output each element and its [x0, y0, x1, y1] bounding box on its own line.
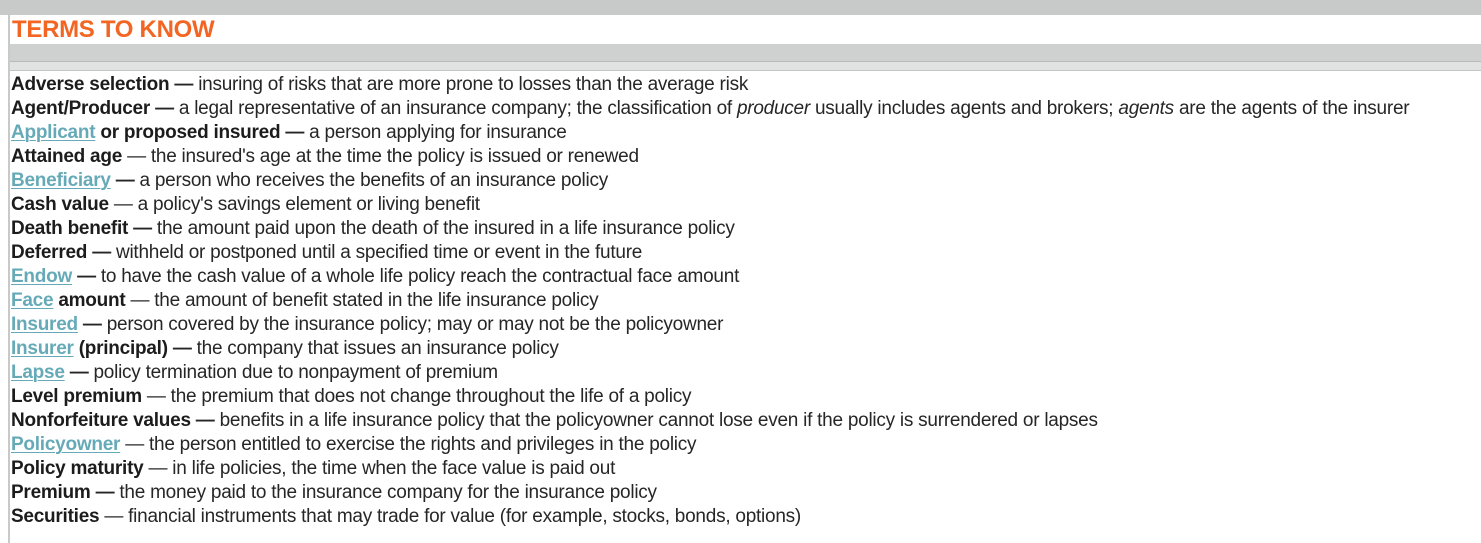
- term-dash: —: [115, 170, 135, 191]
- term-definition: the money paid to the insurance company …: [119, 482, 657, 503]
- term-definition: the amount paid upon the death of the in…: [156, 218, 735, 239]
- term-word-rest: or proposed insured: [95, 122, 281, 143]
- term-word: Premium: [11, 482, 91, 503]
- term-word: Cash value: [11, 194, 109, 215]
- term-level-premium: Level premium — the premium that does no…: [11, 385, 1477, 409]
- term-cash-value: Cash value — a policy's savings element …: [11, 193, 1477, 217]
- term-definition: the insured's age at the time the policy…: [150, 146, 639, 167]
- term-lapse: Lapse — policy termination due to nonpay…: [11, 361, 1477, 385]
- term-definition-emphasis: producer: [736, 98, 810, 119]
- term-nonforfeiture-values: Nonforfeiture values — benefits in a lif…: [11, 409, 1477, 433]
- term-dash: —: [95, 482, 115, 503]
- term-dash: —: [285, 122, 305, 143]
- term-premium: Premium — the money paid to the insuranc…: [11, 481, 1477, 505]
- term-definition: benefits in a life insurance policy that…: [219, 410, 1098, 431]
- term-dash: —: [92, 242, 111, 263]
- term-dash: —: [148, 458, 168, 479]
- header-divider-band: [10, 44, 1481, 61]
- term-definition: a policy's savings element or living ben…: [137, 194, 480, 215]
- term-word: Agent/Producer: [11, 98, 151, 119]
- term-deferred: Deferred — withheld or postponed until a…: [11, 241, 1477, 265]
- page: TERMS TO KNOW Adverse selection — insuri…: [0, 0, 1481, 543]
- glossary-link-endow[interactable]: Endow: [11, 266, 72, 287]
- term-dash: —: [113, 194, 133, 215]
- page-title: TERMS TO KNOW: [12, 16, 215, 43]
- term-face-amount: Face amount — the amount of benefit stat…: [11, 289, 1477, 313]
- term-definition-part: a legal representative of an insurance c…: [178, 98, 737, 119]
- term-beneficiary: Beneficiary — a person who receives the …: [11, 169, 1477, 193]
- term-word: Face amount: [11, 290, 126, 311]
- term-definition: the company that issues an insurance pol…: [196, 338, 559, 359]
- term-attained-age: Attained age — the insured's age at the …: [11, 145, 1477, 169]
- term-policyowner: Policyowner — the person entitled to exe…: [11, 433, 1477, 457]
- term-definition: the person entitled to exercise the righ…: [148, 434, 697, 455]
- term-dash: —: [195, 410, 215, 431]
- top-strip: [0, 0, 1481, 15]
- term-dash: —: [174, 74, 194, 95]
- glossary-link-insured[interactable]: Insured: [11, 314, 78, 335]
- term-word: Endow: [11, 266, 72, 287]
- term-word: Insurer (principal): [11, 338, 168, 359]
- glossary-link-insurer[interactable]: Insurer: [11, 338, 74, 359]
- term-insurer: Insurer (principal) — the company that i…: [11, 337, 1477, 361]
- term-word: Applicant or proposed insured: [11, 122, 281, 143]
- term-word: Level premium: [11, 386, 142, 407]
- header-divider-strip: [10, 61, 1481, 71]
- term-dash: —: [133, 218, 152, 239]
- term-applicant: Applicant or proposed insured — a person…: [11, 121, 1477, 145]
- term-dash: —: [146, 386, 166, 407]
- term-definition: insuring of risks that are more prone to…: [198, 74, 749, 95]
- term-definition: withheld or postponed until a specified …: [115, 242, 643, 263]
- term-word: Policy maturity: [11, 458, 144, 479]
- term-word: Lapse: [11, 362, 65, 383]
- term-agent-producer: Agent/Producer — a legal representative …: [11, 97, 1477, 121]
- term-dash: —: [127, 146, 146, 167]
- term-endow: Endow — to have the cash value of a whol…: [11, 265, 1477, 289]
- term-dash: —: [69, 362, 89, 383]
- term-word: Nonforfeiture values: [11, 410, 191, 431]
- glossary-link-applicant[interactable]: Applicant: [11, 122, 96, 143]
- term-policy-maturity: Policy maturity — in life policies, the …: [11, 457, 1477, 481]
- term-word: Policyowner: [11, 434, 120, 455]
- term-word: Attained age: [11, 146, 123, 167]
- term-adverse-selection: Adverse selection — insuring of risks th…: [11, 73, 1477, 97]
- left-rule: [8, 15, 10, 543]
- term-dash: —: [125, 434, 144, 455]
- term-word: Deferred: [11, 242, 88, 263]
- term-dash: —: [82, 314, 102, 335]
- term-word: Insured: [11, 314, 78, 335]
- term-word: Securities: [11, 506, 100, 527]
- term-definition: a person applying for insurance: [309, 122, 567, 143]
- glossary-link-policyowner[interactable]: Policyowner: [11, 434, 120, 455]
- term-definition: financial instruments that may trade for…: [128, 506, 801, 527]
- term-definition: a person who receives the benefits of an…: [139, 170, 609, 191]
- term-word-rest: (principal): [73, 338, 168, 359]
- term-dash: —: [130, 290, 150, 311]
- term-word: Death benefit: [11, 218, 129, 239]
- term-dash: —: [155, 98, 174, 119]
- terms-list: Adverse selection — insuring of risks th…: [11, 73, 1477, 529]
- term-word-rest: amount: [53, 290, 126, 311]
- term-securities: Securities — financial instruments that …: [11, 505, 1477, 529]
- term-definition-part: usually includes agents and brokers;: [809, 98, 1119, 119]
- term-dash: —: [77, 266, 96, 287]
- glossary-link-face[interactable]: Face: [11, 290, 54, 311]
- term-insured: Insured — person covered by the insuranc…: [11, 313, 1477, 337]
- term-word: Beneficiary: [11, 170, 111, 191]
- term-definition: policy termination due to nonpayment of …: [93, 362, 498, 383]
- term-definition: to have the cash value of a whole life p…: [100, 266, 740, 287]
- term-definition: person covered by the insurance policy; …: [106, 314, 724, 335]
- term-definition: in life policies, the time when the face…: [172, 458, 616, 479]
- term-definition: the premium that does not change through…: [170, 386, 692, 407]
- glossary-link-beneficiary[interactable]: Beneficiary: [11, 170, 111, 191]
- term-dash: —: [172, 338, 192, 359]
- term-death-benefit: Death benefit — the amount paid upon the…: [11, 217, 1477, 241]
- term-definition-emphasis: agents: [1118, 98, 1174, 119]
- term-definition-part: are the agents of the insurer: [1173, 98, 1410, 119]
- term-dash: —: [104, 506, 124, 527]
- title-bar: TERMS TO KNOW: [10, 15, 1481, 44]
- glossary-link-lapse[interactable]: Lapse: [11, 362, 65, 383]
- term-definition: the amount of benefit stated in the life…: [154, 290, 599, 311]
- term-word: Adverse selection: [11, 74, 170, 95]
